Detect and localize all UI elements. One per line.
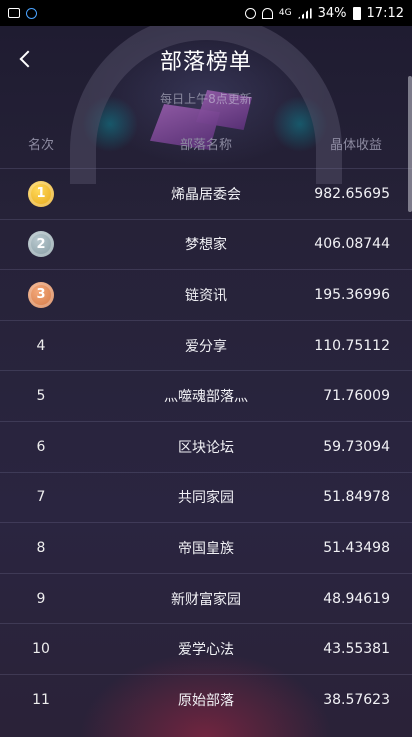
page-subtitle: 每日上午8点更新 [160, 92, 252, 106]
table-row[interactable]: 6 区块论坛 59.73094 [0, 420, 412, 472]
header: 部落榜单 每日上午8点更新 [0, 26, 412, 136]
crystal-earnings: 43.55381 [323, 641, 390, 658]
rank-number: 9 [36, 590, 46, 607]
crystal-earnings: 48.94619 [323, 590, 390, 607]
rank-number: 10 [32, 641, 50, 658]
table-row[interactable]: 7 共同家园 51.84978 [0, 471, 412, 523]
table-row[interactable]: 2 梦想家 406.08744 [0, 218, 412, 270]
bronze-medal-icon: 3 [28, 281, 54, 308]
table-row[interactable]: 3 链资讯 195.36996 [0, 269, 412, 320]
column-earnings: 晶体收益 [329, 138, 382, 153]
crystal-earnings: 51.43498 [323, 539, 390, 556]
wifi-icon [261, 7, 273, 19]
gold-medal-icon: 1 [28, 180, 54, 207]
network-label: 4G [278, 8, 292, 18]
rank-number: 7 [36, 489, 46, 506]
table-row[interactable]: 9 新财富家园 48.94619 [0, 572, 412, 624]
crystal-earnings: 110.75112 [314, 337, 390, 354]
table-row[interactable]: 4 爱分享 110.75112 [0, 319, 412, 371]
rank-number: 8 [36, 539, 46, 556]
rank-number: 5 [36, 388, 46, 405]
table-row[interactable]: 1 烯晶居委会 982.65695 [0, 168, 412, 219]
battery-icon [352, 6, 361, 20]
crystal-earnings: 71.76009 [323, 388, 390, 405]
table-row[interactable]: 11 原始部落 38.57623 [0, 673, 412, 725]
rank-number: 4 [36, 337, 46, 354]
alarm-icon [244, 7, 256, 19]
messenger-icon [26, 7, 37, 19]
page-title: 部落榜单 [159, 50, 252, 75]
clock: 17:12 [366, 5, 404, 21]
crystal-earnings: 406.08744 [314, 236, 390, 253]
rank-number: 11 [32, 691, 50, 708]
image-icon [8, 8, 20, 18]
table-row[interactable]: 10 爱学心法 43.55381 [0, 623, 412, 674]
ranking-list: 1 烯晶居委会 982.65695 2 梦想家 406.08744 3 链资讯 195.3699… [0, 168, 412, 725]
crystal-earnings: 982.65695 [314, 185, 390, 202]
status-bar: 4G 34% 17:12 [0, 0, 412, 26]
rank-number: 6 [36, 438, 46, 455]
signal-icon [297, 7, 312, 19]
crystal-earnings: 38.57623 [323, 691, 390, 708]
crystal-earnings: 59.73094 [323, 438, 390, 455]
scrollbar[interactable] [408, 76, 412, 212]
crystal-earnings: 51.84978 [323, 489, 390, 506]
silver-medal-icon: 2 [28, 231, 54, 258]
battery-text: 34% [317, 5, 347, 21]
crystal-earnings: 195.36996 [314, 286, 390, 303]
table-row[interactable]: 5 灬噬魂部落灬 71.76009 [0, 370, 412, 421]
column-header: 名次 部落名称 晶体收益 [0, 134, 412, 156]
table-row[interactable]: 8 帝国皇族 51.43498 [0, 522, 412, 573]
